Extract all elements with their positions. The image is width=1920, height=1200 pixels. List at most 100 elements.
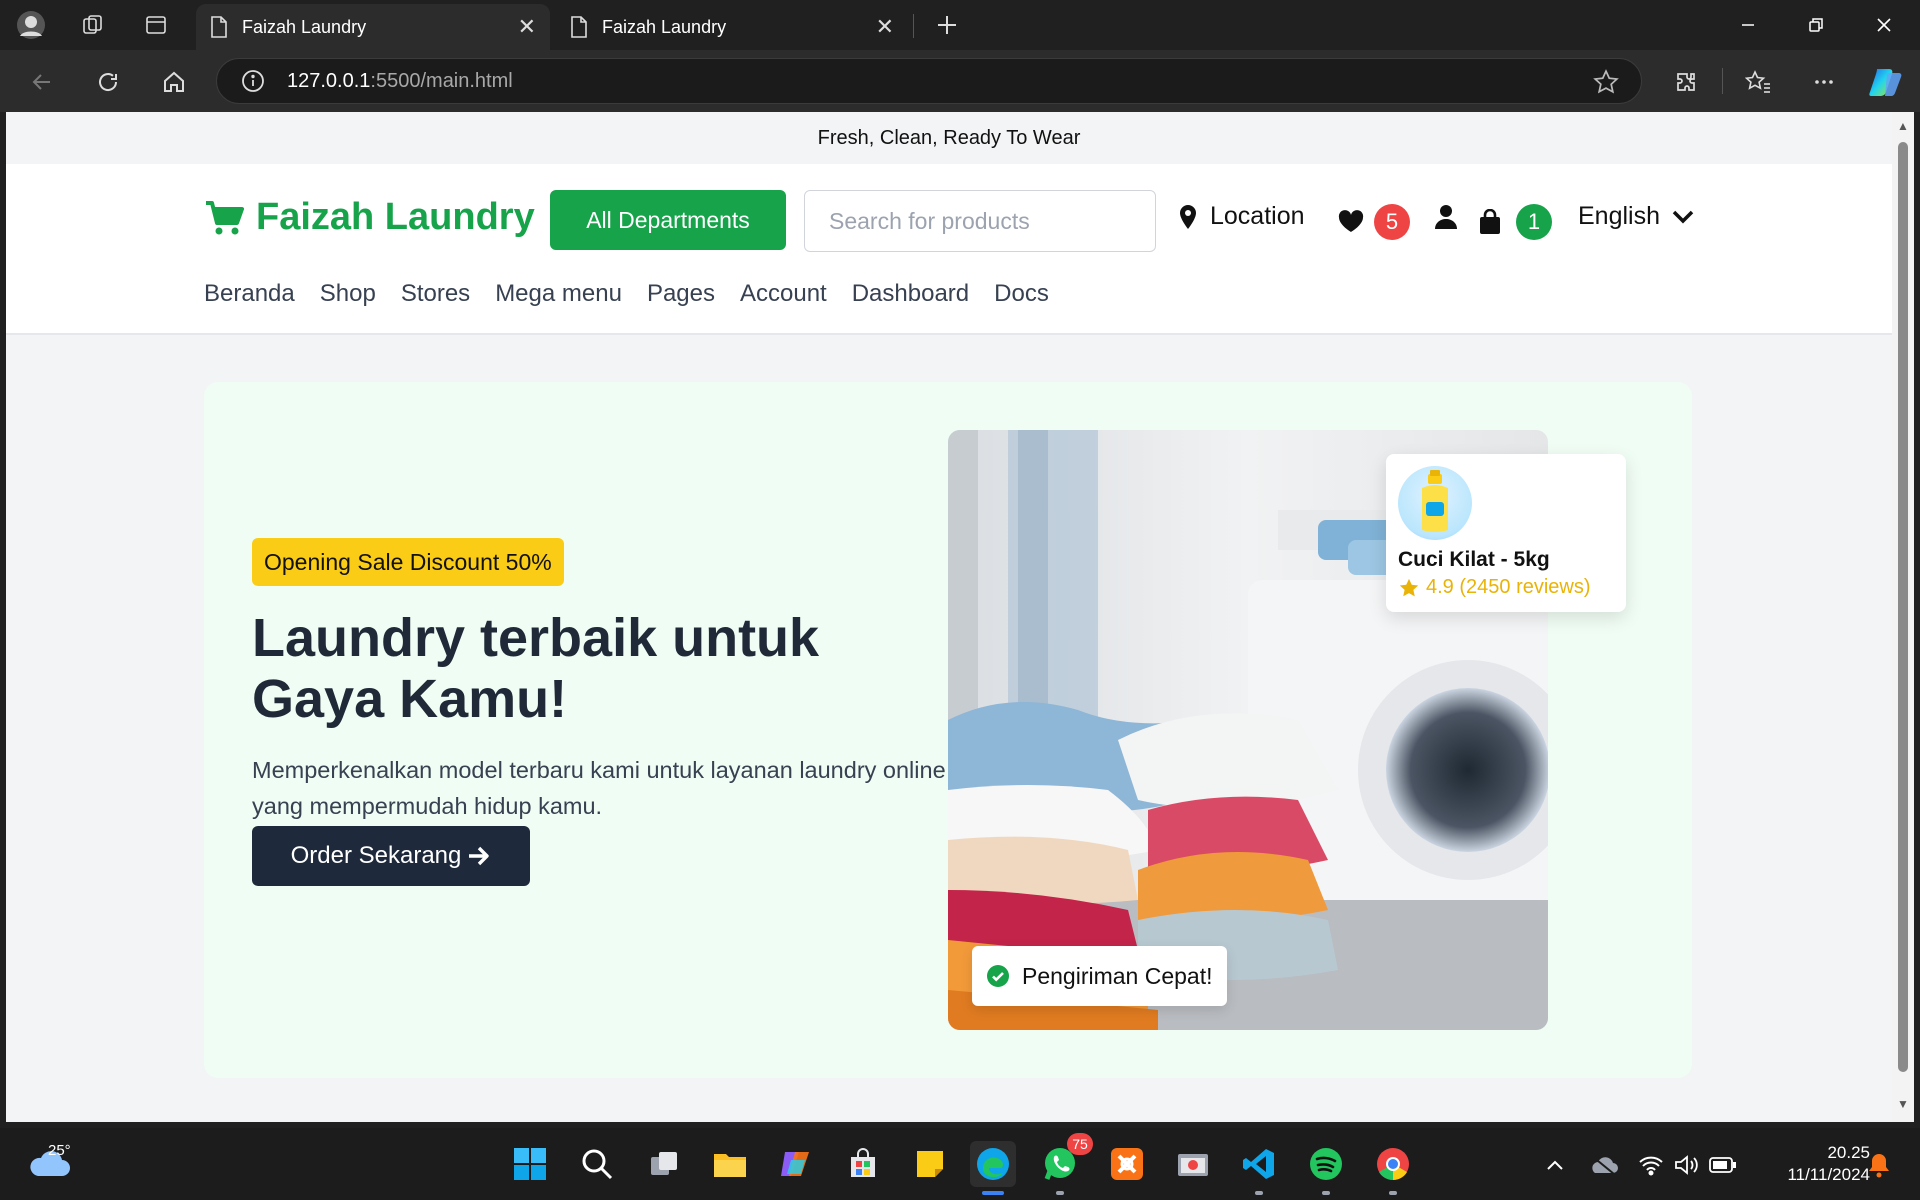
remote-app-icon[interactable] [1170,1141,1216,1187]
edge-taskbar-icon[interactable] [970,1141,1016,1195]
favorite-star-icon[interactable] [1593,69,1619,100]
cart-count-badge: 1 [1516,204,1552,240]
reload-icon[interactable] [90,64,126,100]
nav-item-mega-menu[interactable]: Mega menu [495,280,622,308]
cart-button[interactable]: 1 [1478,204,1552,240]
tab-active[interactable]: Faizah Laundry ✕ [196,4,550,50]
windows-taskbar: 25° 75 20.25 11/11/2024 [0,1128,1920,1200]
back-icon[interactable] [24,64,60,100]
product-rating: 4.9 (2450 reviews) [1398,576,1591,599]
extensions-icon[interactable] [1668,64,1704,100]
cart-icon [206,200,244,234]
site-info-icon[interactable] [241,69,265,93]
nav-item-dashboard[interactable]: Dashboard [852,280,969,308]
nav-item-beranda[interactable]: Beranda [204,280,295,308]
page-icon [211,16,227,38]
search-icon[interactable] [574,1141,620,1187]
order-now-button[interactable]: Order Sekarang [252,826,530,886]
restore-icon[interactable] [1796,10,1836,40]
scroll-thumb[interactable] [1898,142,1908,1072]
vertical-tabs-icon[interactable] [141,10,171,40]
browser-tab-bar: Faizah Laundry ✕ Faizah Laundry ✕ [0,0,1920,50]
file-explorer-icon[interactable] [707,1141,753,1187]
minimize-icon[interactable] [1728,10,1768,40]
scroll-down-icon[interactable]: ▼ [1897,1098,1909,1110]
star-icon [1399,578,1419,596]
featured-product-card[interactable]: Cuci Kilat - 5kg 4.9 (2450 reviews) [1386,454,1626,612]
copilot-icon[interactable] [1868,64,1904,100]
scroll-up-icon[interactable]: ▲ [1897,120,1909,132]
running-indicator [1056,1191,1064,1195]
tab-title: Faizah Laundry [602,16,727,37]
location-label: Location [1210,202,1305,230]
order-now-label: Order Sekarang [290,842,462,869]
running-indicator [1322,1191,1330,1195]
nav-item-account[interactable]: Account [740,280,827,308]
toolbar-divider [1722,68,1723,94]
announcement-bar: Fresh, Clean, Ready To Wear [6,112,1892,164]
weather-widget[interactable]: 25° [28,1142,78,1186]
shipping-text: Pengiriman Cepat! [1022,962,1213,989]
product-thumbnail [1398,466,1472,540]
map-pin-icon [1180,204,1196,229]
chrome-icon[interactable] [1370,1141,1416,1195]
notification-bell-icon[interactable] [1864,1150,1894,1180]
hero-section: Opening Sale Discount 50% Laundry terbai… [204,382,1692,1078]
location-link[interactable]: Location [1178,202,1305,231]
vscode-icon[interactable] [1236,1141,1282,1195]
sticky-notes-icon[interactable] [907,1141,953,1187]
brand-logo[interactable]: Faizah Laundry [204,196,535,239]
search-input[interactable] [804,190,1156,252]
tab-title: Faizah Laundry [242,16,367,37]
page-scrollbar[interactable]: ▲ ▼ [1892,112,1914,1122]
promo-badge-text: Opening Sale Discount 50% [264,548,552,575]
spotify-icon[interactable] [1303,1141,1349,1195]
nav-item-docs[interactable]: Docs [994,280,1049,308]
nav-item-pages[interactable]: Pages [647,280,715,308]
temperature: 25° [48,1142,71,1159]
url-text: 127.0.0.1:5500/main.html [287,69,513,92]
nav-item-stores[interactable]: Stores [401,280,470,308]
whatsapp-icon[interactable]: 75 [1037,1133,1093,1195]
close-tab-icon[interactable]: ✕ [876,14,894,40]
language-label: English [1578,202,1660,230]
tab-inactive[interactable]: Faizah Laundry ✕ [556,4,908,50]
profile-avatar-icon[interactable] [16,10,46,40]
chevron-down-icon [1672,210,1694,223]
clock-date: 11/11/2024 [1787,1165,1870,1184]
active-indicator [982,1191,1004,1195]
language-selector[interactable]: English [1578,202,1694,231]
show-hidden-icons-icon[interactable] [1540,1150,1570,1180]
workspaces-icon[interactable] [78,10,108,40]
hero-subtext: Memperkenalkan model terbaru kami untuk … [252,757,946,819]
close-window-icon[interactable] [1864,10,1904,40]
running-indicator [1389,1191,1397,1195]
wishlist-button[interactable]: 5 [1338,204,1410,240]
home-icon[interactable] [156,64,192,100]
check-circle-icon [987,965,1009,987]
all-departments-button[interactable]: All Departments [550,190,786,250]
address-bar[interactable]: 127.0.0.1:5500/main.html [216,58,1642,104]
taskbar-clock[interactable]: 20.25 11/11/2024 [1750,1142,1870,1186]
close-tab-icon[interactable]: ✕ [518,14,536,40]
start-icon[interactable] [507,1141,553,1187]
xampp-icon[interactable] [1104,1141,1150,1187]
more-options-icon[interactable] [1806,64,1842,100]
wifi-icon[interactable] [1636,1150,1666,1180]
promo-badge: Opening Sale Discount 50% [252,538,564,586]
announcement-text: Fresh, Clean, Ready To Wear [817,126,1081,149]
onedrive-icon[interactable] [1588,1150,1618,1180]
brand-name: Faizah Laundry [256,196,535,238]
new-tab-icon[interactable] [932,10,962,40]
battery-icon[interactable] [1708,1150,1738,1180]
microsoft-store-icon[interactable] [840,1141,886,1187]
copilot-app-icon[interactable] [773,1141,819,1187]
nav-item-shop[interactable]: Shop [320,280,376,308]
main-nav: Beranda Shop Stores Mega menu Pages Acco… [204,280,1049,308]
volume-icon[interactable] [1672,1150,1702,1180]
arrow-right-icon [469,846,490,866]
account-button[interactable] [1434,204,1458,230]
fast-shipping-badge: Pengiriman Cepat! [972,946,1227,1006]
favorites-icon[interactable] [1740,64,1776,100]
task-view-icon[interactable] [641,1141,687,1187]
